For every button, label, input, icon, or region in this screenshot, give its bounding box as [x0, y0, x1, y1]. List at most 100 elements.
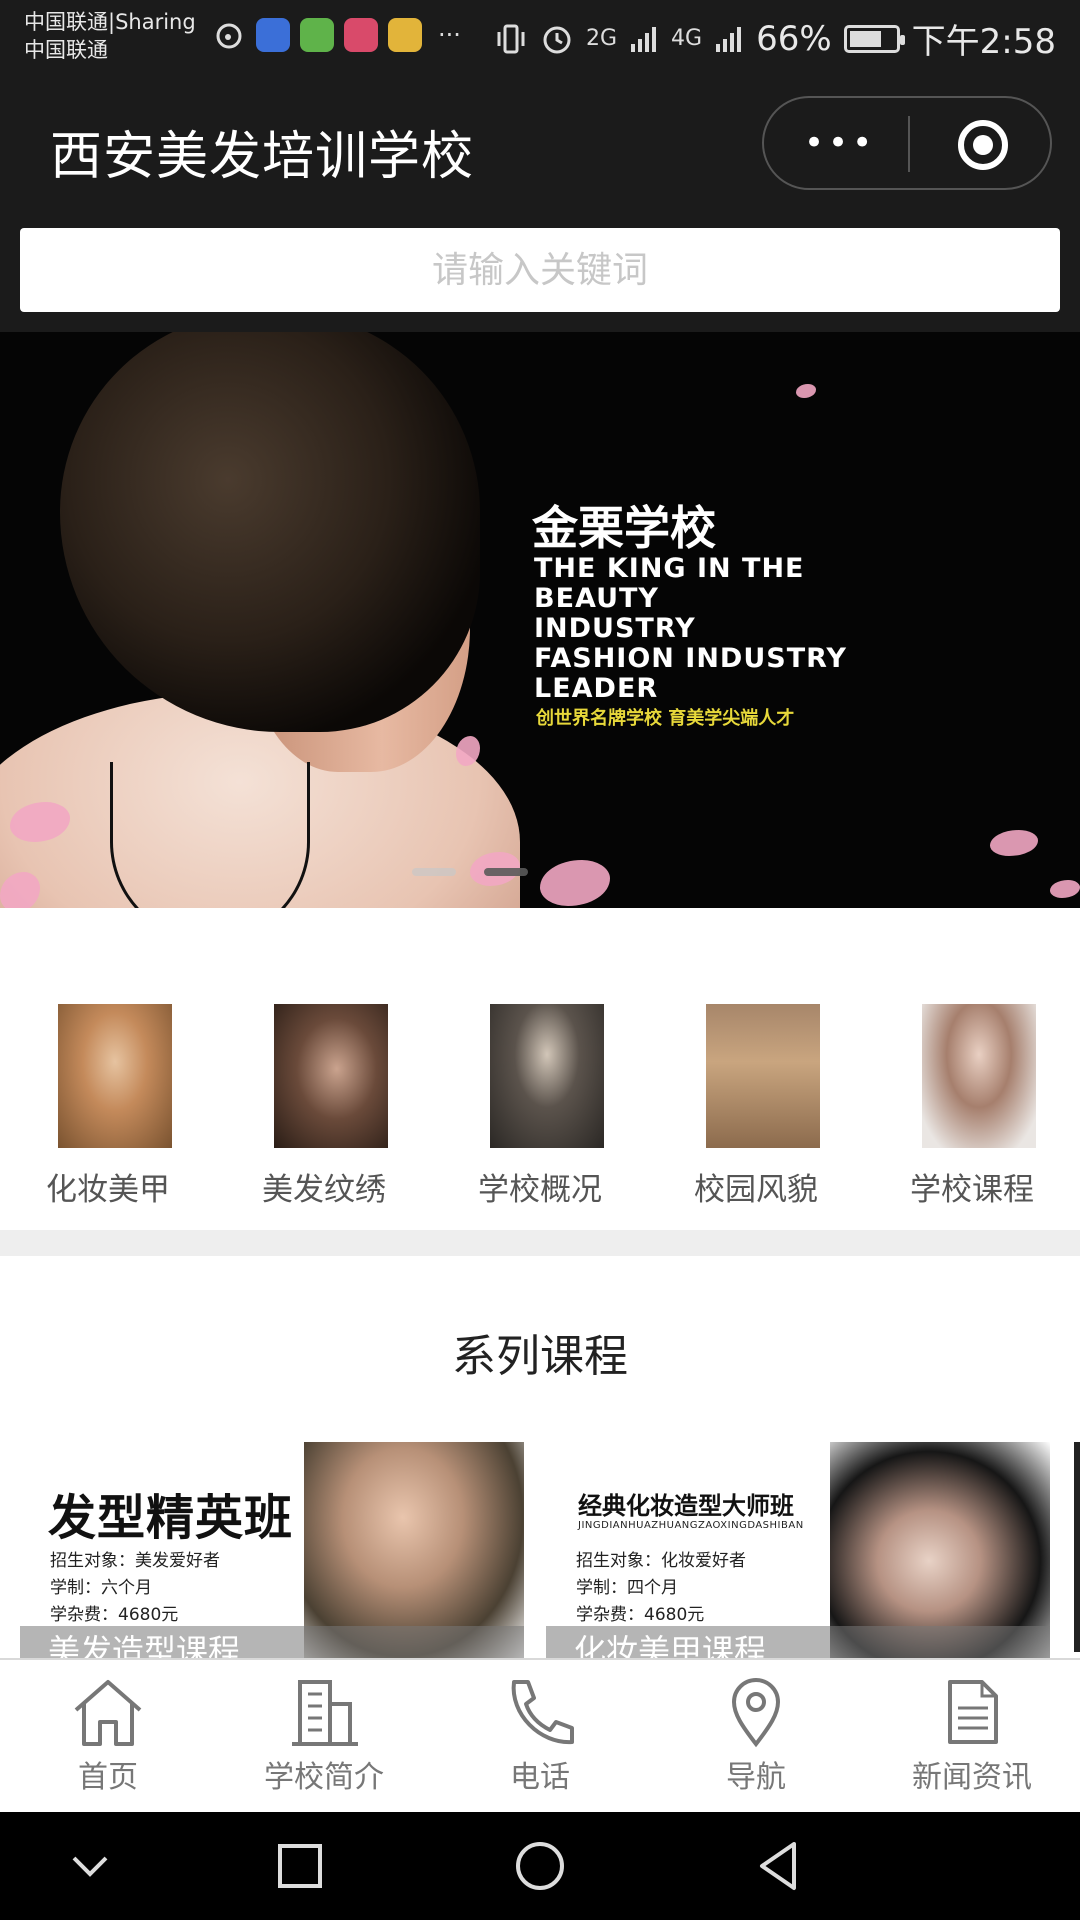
course-info-line: 招生对象：美发爱好者 — [50, 1551, 220, 1571]
banner-english-line: FASHION INDUSTRY — [534, 643, 847, 674]
banner-model-hair — [60, 332, 480, 732]
back-triangle-icon[interactable] — [750, 1836, 810, 1896]
course-card-makeup-master[interactable]: 经典化妆造型大师班 JINGDIANHUAZHUANGZAOXINGDASHIB… — [546, 1442, 1050, 1658]
petal-decoration — [796, 384, 816, 398]
category-thumbnail — [274, 1004, 388, 1148]
nav-bar: 西安美发培训学校 ••• — [0, 76, 1080, 332]
banner-carousel[interactable]: 金栗学校 THE KING IN THE BEAUTY INDUSTRY FAS… — [0, 332, 1080, 908]
tab-label: 新闻资讯 — [912, 1760, 1032, 1795]
course-overlay-title: 化妆美甲课程 — [546, 1626, 1050, 1658]
banner-english-text: THE KING IN THE BEAUTY INDUSTRY FASHION … — [534, 554, 847, 704]
recent-apps-icon[interactable] — [270, 1836, 330, 1896]
course-overlay-title: 美发造型课程 — [20, 1626, 524, 1658]
more-menu-button[interactable]: ••• — [804, 120, 874, 166]
category-label: 化妆美甲 — [46, 1172, 170, 1208]
course-info-line: 学制：四个月 — [576, 1578, 678, 1598]
tab-home[interactable]: 首页 — [0, 1660, 216, 1812]
banner-brand: 金栗学校 — [532, 501, 716, 555]
course-info-line: 学制：六个月 — [50, 1578, 152, 1598]
tab-phone[interactable]: 电话 — [432, 1660, 648, 1812]
course-subtitle: JINGDIANHUAZHUANGZAOXINGDASHIBAN — [578, 1520, 804, 1531]
category-grid: 化妆美甲 美发纹绣 学校概况 校园风貌 学校课程 — [0, 1004, 1080, 1208]
media-app-icon — [344, 18, 378, 52]
tab-label: 学校简介 — [264, 1760, 384, 1795]
category-campus-view[interactable]: 校园风貌 — [648, 1004, 864, 1208]
category-thumbnail — [490, 1004, 604, 1148]
tab-label: 电话 — [510, 1760, 570, 1795]
status-bar: 中国联通|Sharing 中国联通 ··· 2G 4G 66% 下午2:58 — [0, 0, 1080, 76]
petal-decoration — [540, 860, 610, 906]
video-app-icon — [300, 18, 334, 52]
category-hair-tattoo[interactable]: 美发纹绣 — [216, 1004, 432, 1208]
document-icon — [948, 1680, 998, 1744]
category-thumbnail — [922, 1004, 1036, 1148]
category-label: 学校课程 — [910, 1172, 1034, 1208]
banner-slogan: 创世界名牌学校 育美学尖端人才 — [536, 708, 795, 729]
banner-english-line: THE KING IN THE — [534, 553, 805, 584]
category-thumbnail — [706, 1004, 820, 1148]
carrier-info: 中国联通|Sharing 中国联通 — [24, 8, 196, 64]
capsule-divider — [908, 116, 910, 172]
page-title: 西安美发培训学校 — [50, 127, 475, 187]
carrier-line-2: 中国联通 — [24, 38, 108, 62]
system-navigation-bar — [0, 1812, 1080, 1920]
battery-percent: 66% — [756, 18, 832, 59]
banner-english-line: BEAUTY — [534, 583, 659, 614]
home-icon — [74, 1680, 142, 1746]
network-2g-label: 2G — [585, 26, 618, 51]
home-circle-icon[interactable] — [510, 1836, 570, 1896]
course-info-line: 学杂费：4680元 — [50, 1605, 179, 1625]
building-icon — [292, 1680, 358, 1746]
weibo-icon — [216, 23, 242, 49]
miniprogram-capsule: ••• — [762, 96, 1052, 190]
carousel-dot[interactable] — [412, 868, 456, 876]
section-title: 系列课程 — [452, 1331, 628, 1382]
alarm-icon — [543, 26, 571, 53]
course-info: 招生对象：化妆爱好者 学制：四个月 学杂费：4680元 — [576, 1548, 746, 1629]
carousel-dot-active[interactable] — [484, 868, 528, 876]
category-label: 美发纹绣 — [262, 1172, 386, 1208]
more-notifications-icon: ··· — [438, 21, 461, 49]
category-makeup-nails[interactable]: 化妆美甲 — [0, 1004, 216, 1208]
search-input[interactable] — [20, 228, 1060, 312]
course-info: 招生对象：美发爱好者 学制：六个月 学杂费：4680元 — [50, 1548, 220, 1629]
tab-label: 首页 — [78, 1760, 138, 1795]
course-carousel[interactable]: 发型精英班 招生对象：美发爱好者 学制：六个月 学杂费：4680元 美发造型课程… — [0, 1442, 1080, 1658]
tab-news[interactable]: 新闻资讯 — [864, 1660, 1080, 1812]
course-info-line: 学杂费：4680元 — [576, 1605, 705, 1625]
course-headline: 发型精英班 — [48, 1490, 294, 1546]
phone-icon — [511, 1680, 574, 1745]
petal-decoration — [990, 830, 1038, 856]
tab-bar: 首页 学校简介 电话 导航 新闻资讯 — [0, 1658, 1080, 1812]
close-miniprogram-icon[interactable] — [958, 120, 1008, 170]
signal-icon — [716, 26, 742, 52]
tab-navigation[interactable]: 导航 — [648, 1660, 864, 1812]
banner-english-line: INDUSTRY — [534, 613, 696, 644]
necklace-graphic — [110, 762, 310, 908]
battery-icon — [843, 24, 905, 53]
banner-english-line: LEADER — [534, 673, 659, 704]
location-pin-icon — [731, 1678, 781, 1748]
petal-decoration — [1050, 880, 1080, 898]
category-label: 学校概况 — [478, 1172, 602, 1208]
category-school-overview[interactable]: 学校概况 — [432, 1004, 648, 1208]
network-4g-label: 4G — [671, 26, 703, 51]
category-thumbnail — [58, 1004, 172, 1148]
baidu-app-icon — [256, 18, 290, 52]
course-card-hair-elite[interactable]: 发型精英班 招生对象：美发爱好者 学制：六个月 学杂费：4680元 美发造型课程 — [20, 1442, 524, 1658]
tab-school-intro[interactable]: 学校简介 — [216, 1660, 432, 1812]
course-info-line: 招生对象：化妆爱好者 — [576, 1551, 746, 1571]
vibrate-icon — [497, 24, 525, 53]
category-label: 校园风貌 — [694, 1172, 818, 1208]
signal-icon — [631, 26, 657, 52]
category-school-courses[interactable]: 学校课程 — [864, 1004, 1080, 1208]
tab-label: 导航 — [726, 1760, 786, 1795]
browser-app-icon — [388, 18, 422, 52]
course-headline: 经典化妆造型大师班 — [578, 1492, 794, 1520]
carousel-indicator — [412, 868, 528, 876]
system-status: 2G 4G 66% 下午2:58 — [494, 14, 1056, 63]
notification-icons: ··· — [212, 18, 461, 52]
horizontal-scroll-edge — [1074, 1442, 1080, 1652]
carrier-line-1: 中国联通|Sharing — [24, 10, 196, 34]
chevron-down-icon[interactable] — [60, 1836, 120, 1896]
